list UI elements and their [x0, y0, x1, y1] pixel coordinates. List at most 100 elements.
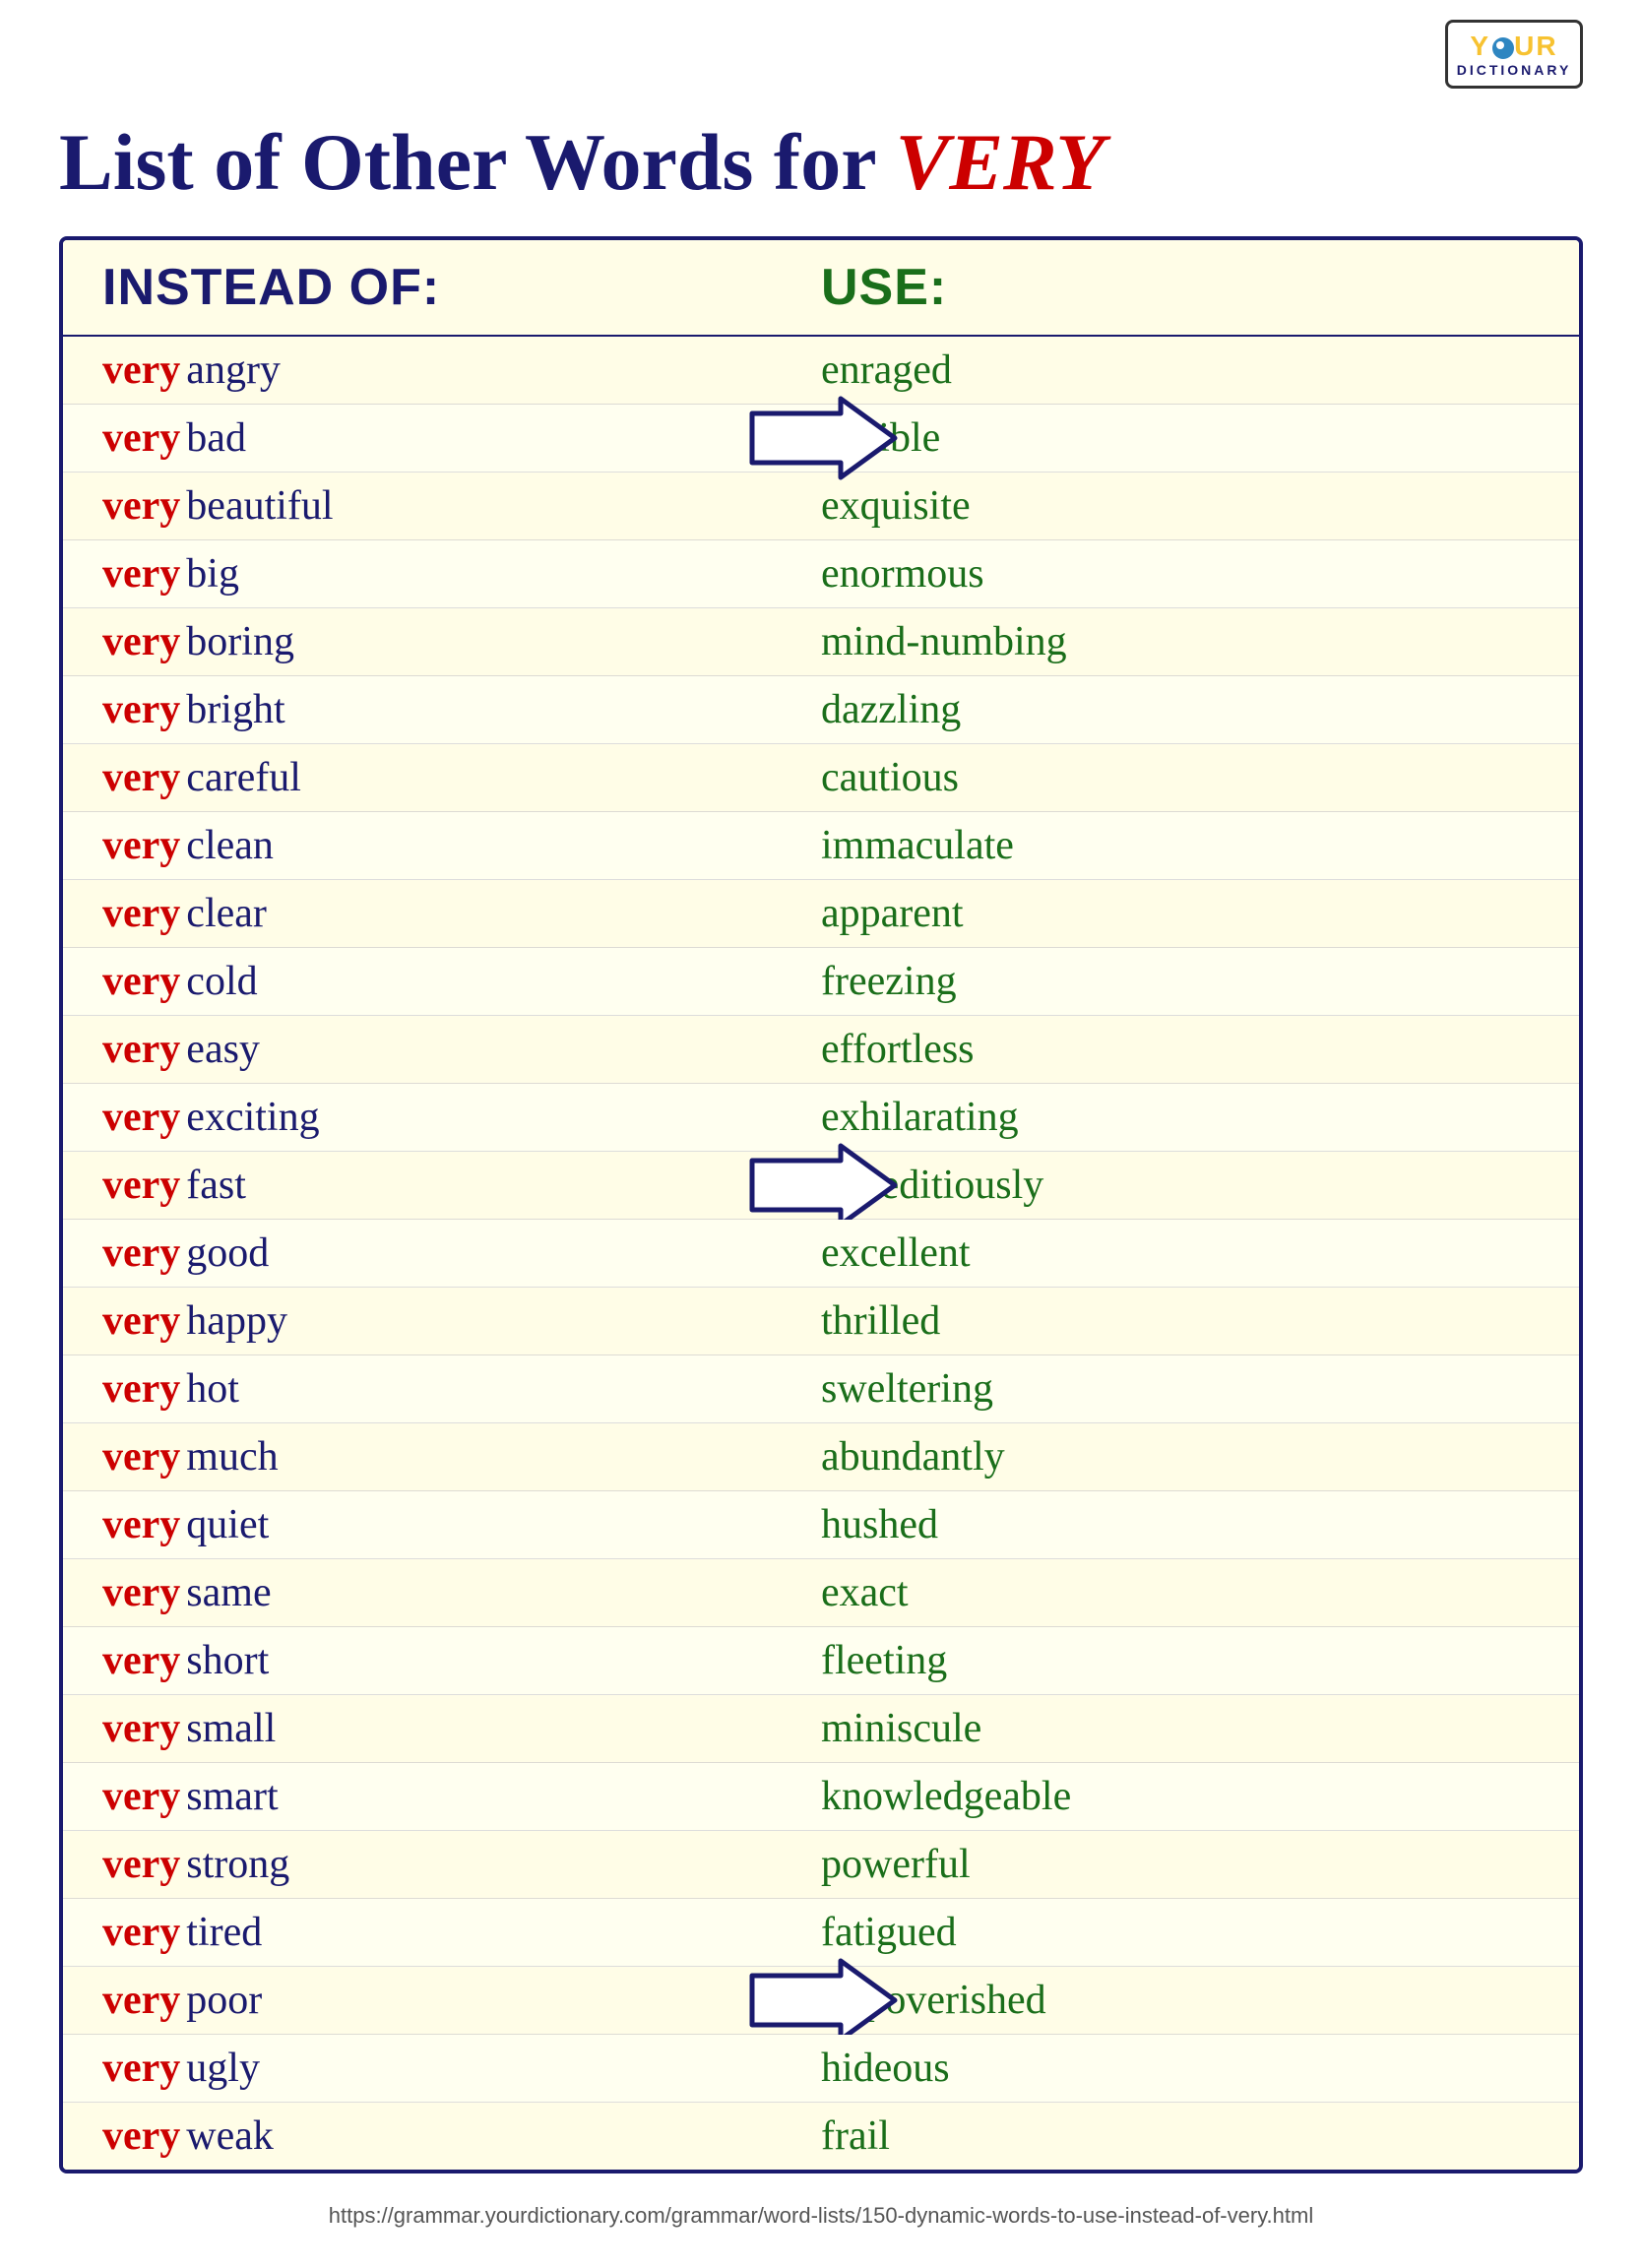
left-col: very strong — [102, 1841, 821, 1888]
very-label: very — [102, 822, 180, 869]
use-label: hushed — [821, 1501, 1540, 1548]
left-col: very much — [102, 1433, 821, 1480]
very-label: very — [102, 414, 180, 462]
table-row: very carefulcautious — [63, 744, 1579, 812]
use-label: hideous — [821, 2045, 1540, 2092]
adj-label: much — [186, 1433, 278, 1480]
very-label: very — [102, 1841, 180, 1888]
left-col: very quiet — [102, 1501, 821, 1548]
very-label: very — [102, 1909, 180, 1956]
adj-label: strong — [186, 1841, 289, 1888]
very-label: very — [102, 686, 180, 733]
left-col: very cold — [102, 958, 821, 1005]
table-header: INSTEAD OF: USE: — [63, 240, 1579, 337]
adj-label: quiet — [186, 1501, 269, 1548]
use-label: terrible — [821, 414, 1540, 462]
left-col: very fast — [102, 1162, 821, 1209]
adj-label: same — [186, 1569, 271, 1616]
very-label: very — [102, 1637, 180, 1684]
use-label: miniscule — [821, 1705, 1540, 1752]
adj-label: small — [186, 1705, 276, 1752]
very-label: very — [102, 618, 180, 665]
very-label: very — [102, 1162, 180, 1209]
adj-label: exciting — [186, 1094, 319, 1141]
use-label: apparent — [821, 890, 1540, 937]
adj-label: easy — [186, 1026, 260, 1073]
table-row: very brightdazzling — [63, 676, 1579, 744]
title-very: VERY — [896, 117, 1105, 207]
table-row: very fast expeditiously — [63, 1152, 1579, 1220]
use-label: mind-numbing — [821, 618, 1540, 665]
header-use: USE: — [821, 258, 1540, 317]
very-label: very — [102, 754, 180, 801]
very-label: very — [102, 482, 180, 530]
left-col: very bad — [102, 414, 821, 462]
left-col: very easy — [102, 1026, 821, 1073]
use-label: effortless — [821, 1026, 1540, 1073]
footer-url: https://grammar.yourdictionary.com/gramm… — [59, 2203, 1583, 2229]
use-label: immaculate — [821, 822, 1540, 869]
left-col: very big — [102, 550, 821, 598]
table-row: very boringmind-numbing — [63, 608, 1579, 676]
use-label: abundantly — [821, 1433, 1540, 1480]
very-label: very — [102, 1229, 180, 1277]
use-label: exact — [821, 1569, 1540, 1616]
left-col: very hot — [102, 1365, 821, 1413]
left-col: very tired — [102, 1909, 821, 1956]
table-row: very bigenormous — [63, 540, 1579, 608]
adj-label: bright — [186, 686, 284, 733]
use-label: enraged — [821, 346, 1540, 394]
table-row: very weakfrail — [63, 2103, 1579, 2170]
left-col: very short — [102, 1637, 821, 1684]
table-row: very smallminiscule — [63, 1695, 1579, 1763]
left-col: very small — [102, 1705, 821, 1752]
left-col: very boring — [102, 618, 821, 665]
header-instead: INSTEAD OF: — [102, 258, 821, 317]
use-label: thrilled — [821, 1297, 1540, 1345]
page: YUR DICTIONARY List of Other Words for V… — [0, 0, 1642, 2268]
very-label: very — [102, 890, 180, 937]
arrow-icon — [742, 1141, 900, 1229]
table-row: very uglyhideous — [63, 2035, 1579, 2103]
table-row: very sameexact — [63, 1559, 1579, 1627]
adj-label: big — [186, 550, 239, 598]
very-label: very — [102, 1501, 180, 1548]
adj-label: good — [186, 1229, 269, 1277]
left-col: very smart — [102, 1773, 821, 1820]
use-label: sweltering — [821, 1365, 1540, 1413]
very-label: very — [102, 1026, 180, 1073]
very-label: very — [102, 1705, 180, 1752]
table-row: very beautifulexquisite — [63, 472, 1579, 540]
left-col: very angry — [102, 346, 821, 394]
very-label: very — [102, 1433, 180, 1480]
logo-o-icon — [1492, 37, 1514, 59]
use-label: exquisite — [821, 482, 1540, 530]
use-label: dazzling — [821, 686, 1540, 733]
very-label: very — [102, 1365, 180, 1413]
use-label: cautious — [821, 754, 1540, 801]
use-label: fleeting — [821, 1637, 1540, 1684]
use-label: fatigued — [821, 1909, 1540, 1956]
use-label: exhilarating — [821, 1094, 1540, 1141]
left-col: very bright — [102, 686, 821, 733]
use-label: impoverished — [821, 1977, 1540, 2024]
table-row: very easyeffortless — [63, 1016, 1579, 1084]
arrow-icon — [742, 1956, 900, 2045]
arrow-icon — [742, 394, 900, 482]
very-label: very — [102, 2045, 180, 2092]
very-label: very — [102, 1297, 180, 1345]
use-label: powerful — [821, 1841, 1540, 1888]
very-label: very — [102, 1569, 180, 1616]
use-label: knowledgeable — [821, 1773, 1540, 1820]
logo-dictionary: DICTIONARY — [1457, 62, 1572, 78]
left-col: very beautiful — [102, 482, 821, 530]
left-col: very good — [102, 1229, 821, 1277]
adj-label: weak — [186, 2112, 274, 2160]
left-col: very same — [102, 1569, 821, 1616]
table-row: very smartknowledgeable — [63, 1763, 1579, 1831]
main-title: List of Other Words for VERY — [59, 118, 1583, 207]
table-row: very poor impoverished — [63, 1967, 1579, 2035]
adj-label: smart — [186, 1773, 278, 1820]
table-row: very goodexcellent — [63, 1220, 1579, 1288]
very-label: very — [102, 346, 180, 394]
